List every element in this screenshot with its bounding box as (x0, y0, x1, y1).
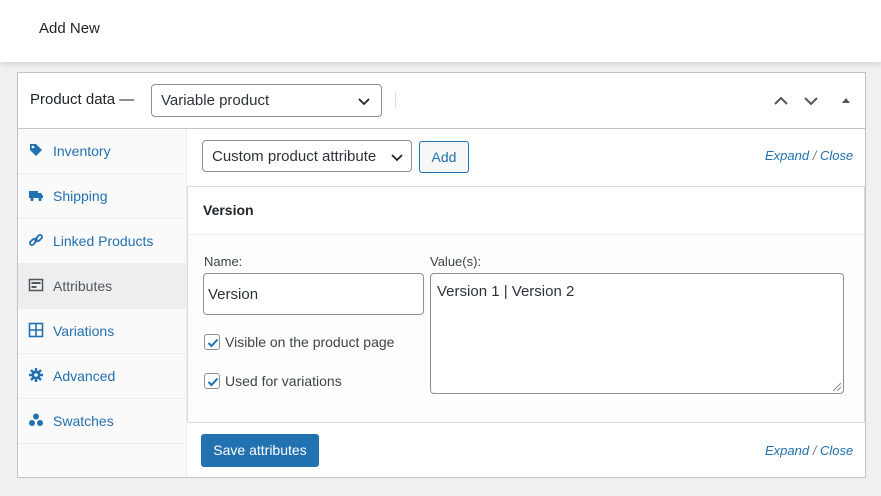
tab-advanced[interactable]: Advanced (18, 354, 186, 399)
values-label: Value(s): (430, 254, 482, 269)
used-for-variations-label: Used for variations (225, 373, 342, 389)
tab-label: Advanced (53, 368, 116, 384)
attributes-panel: Custom product attribute Add Expand / Cl… (187, 129, 865, 477)
attributes-footer: Save attributes (187, 423, 865, 477)
tab-label: Attributes (53, 278, 113, 294)
attribute-values-text: Version 1 | Version 2 (437, 283, 575, 300)
link-separator: / (812, 148, 817, 163)
tab-label: Shipping (53, 188, 108, 204)
resize-handle-icon[interactable] (833, 383, 841, 391)
tab-inventory[interactable]: Inventory (18, 129, 186, 174)
tag-icon (30, 144, 42, 156)
header-divider (395, 92, 396, 108)
chevron-down-icon (358, 98, 370, 106)
truck-icon (29, 191, 43, 202)
list-icon (28, 278, 44, 292)
expand-close-links: Expand / Close (765, 443, 853, 458)
tab-label: Variations (53, 323, 115, 339)
product-data-tabs: Inventory Shipping Linked Products Attri… (18, 129, 187, 477)
product-type-value: Variable product (161, 92, 270, 109)
chevron-up-icon[interactable] (771, 91, 791, 111)
expand-link[interactable]: Expand (765, 148, 809, 163)
checkmark-icon (207, 377, 219, 387)
grid-icon (28, 322, 44, 338)
add-attribute-button[interactable]: Add (419, 141, 469, 173)
tab-attributes[interactable]: Attributes (18, 264, 186, 309)
tab-linked-products[interactable]: Linked Products (18, 219, 186, 264)
close-link[interactable]: Close (820, 148, 853, 163)
tab-label: Swatches (53, 413, 114, 429)
tab-label: Linked Products (53, 233, 154, 249)
product-type-select[interactable]: Variable product (151, 84, 382, 117)
tab-swatches[interactable]: Swatches (18, 399, 186, 444)
visible-on-product-page-checkbox[interactable] (204, 334, 220, 350)
tab-label: Inventory (53, 143, 111, 159)
page-title: Add New (39, 20, 100, 37)
attribute-taxonomy-select[interactable]: Custom product attribute (202, 140, 412, 172)
product-data-header: Product data — Variable product (18, 73, 865, 129)
toggle-arrow-icon[interactable] (836, 91, 856, 111)
chevron-down-icon (391, 154, 403, 162)
chevron-down-icon[interactable] (801, 91, 821, 111)
product-data-panel: Product data — Variable product Inventor… (17, 72, 866, 478)
link-separator: / (812, 443, 817, 458)
attribute-values-textarea[interactable]: Version 1 | Version 2 (430, 273, 844, 394)
used-for-variations-checkbox[interactable] (204, 373, 220, 389)
visible-on-product-page-label: Visible on the product page (225, 334, 395, 350)
expand-link[interactable]: Expand (765, 443, 809, 458)
attribute-header[interactable]: Version (188, 187, 864, 235)
tab-variations[interactable]: Variations (18, 309, 186, 354)
attribute-select-value: Custom product attribute (212, 148, 377, 165)
checkmark-icon (207, 338, 219, 348)
attribute-item: Version Name: Version Value(s): Version … (187, 186, 865, 423)
attribute-heading: Version (203, 202, 254, 218)
gear-icon (29, 368, 43, 382)
product-data-label: Product data — (30, 91, 135, 108)
expand-close-links: Expand / Close (765, 148, 853, 163)
link-icon (29, 234, 43, 246)
swatches-icon (29, 413, 43, 426)
close-link[interactable]: Close (820, 443, 853, 458)
attribute-name-input[interactable]: Version (203, 273, 424, 315)
name-label: Name: (204, 254, 243, 269)
tab-shipping[interactable]: Shipping (18, 174, 186, 219)
save-attributes-button[interactable]: Save attributes (201, 434, 319, 467)
top-bar: Add New (0, 0, 881, 62)
